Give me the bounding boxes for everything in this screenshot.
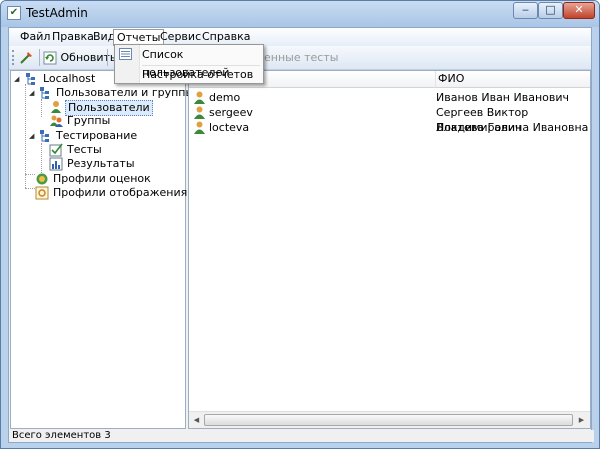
row-fio: Иванов Иван Иванович: [436, 91, 569, 104]
user-icon: [194, 106, 205, 119]
hierarchy-icon: [40, 130, 49, 142]
row-login: sergeev: [209, 106, 253, 119]
tree-label: Тесты: [67, 143, 102, 156]
maximize-button[interactable]: □: [538, 2, 563, 19]
table-row[interactable]: locteva Локтева Галина Ивановна: [189, 120, 590, 135]
group-icon: [50, 115, 63, 127]
user-icon: [51, 101, 61, 113]
bar-chart-icon: [49, 157, 63, 171]
toolbar-separator: [39, 49, 40, 66]
app-check-icon: ✔: [7, 6, 21, 20]
menu-file[interactable]: Файл: [17, 30, 53, 44]
tree-label: Профили отображения: [53, 186, 188, 199]
tree-view[interactable]: ◢ Localhost ◢ Пользователи и группы Поль…: [10, 70, 194, 429]
collapse-arrow-icon[interactable]: ◢: [29, 132, 35, 140]
app-window: ✔ TestAdmin ‒ □ ✕ Файл Правка Вид Отчеты…: [0, 0, 600, 449]
refresh-label: Обновить: [60, 51, 117, 64]
column-header-fio[interactable]: ФИО: [436, 71, 590, 88]
menu-item-user-list[interactable]: Список пользователей: [142, 46, 263, 79]
row-fio: Локтева Галина Ивановна: [436, 121, 589, 134]
tree-line: [25, 84, 26, 188]
toolbar-grip[interactable]: [12, 50, 17, 65]
horizontal-scrollbar[interactable]: ◀ ▶: [189, 411, 590, 428]
user-list[interactable]: ФИО demo Иванов Иван Иванович sergeev Се…: [188, 70, 591, 429]
menu-item-report-settings[interactable]: Настройка отчетов: [142, 66, 253, 84]
tool-button[interactable]: [19, 48, 33, 67]
title-bar[interactable]: ✔ TestAdmin ‒ □ ✕: [1, 1, 599, 27]
checklist-icon: [49, 143, 63, 157]
user-icon: [194, 91, 205, 104]
refresh-icon: [43, 51, 57, 65]
scroll-thumb[interactable]: [204, 414, 573, 426]
tree-label: Пользователи и группы: [56, 86, 195, 99]
tree-label: Результаты: [67, 157, 135, 170]
close-button[interactable]: ✕: [563, 2, 595, 19]
settings-sheet-icon: [35, 186, 49, 200]
table-row[interactable]: demo Иванов Иван Иванович: [189, 90, 590, 105]
tree-line: [41, 99, 42, 117]
tree-label: Localhost: [43, 72, 96, 85]
menu-bar: Файл Правка Вид Отчеты Сервис Справка: [9, 28, 591, 46]
user-icon: [194, 121, 205, 134]
globe-user-icon: [36, 173, 48, 185]
server-tree-icon: [26, 73, 35, 85]
report-list-icon: [119, 48, 132, 60]
tree-label: Тестирование: [56, 129, 138, 142]
tree-line: [25, 174, 35, 175]
row-login: demo: [209, 91, 241, 104]
reports-dropdown-menu: Список пользователей Настройка отчетов: [114, 44, 264, 84]
scroll-left-icon[interactable]: ◀: [190, 414, 203, 427]
minimize-button[interactable]: ‒: [513, 2, 538, 19]
refresh-button[interactable]: Обновить: [43, 48, 116, 67]
toolbar-separator: [107, 49, 108, 66]
collapse-arrow-icon[interactable]: ◢: [29, 89, 35, 97]
menu-gutter: [115, 45, 140, 83]
client-area: Файл Правка Вид Отчеты Сервис Справка Об…: [8, 27, 594, 443]
scroll-right-icon[interactable]: ▶: [575, 414, 588, 427]
tree-line: [25, 188, 35, 189]
row-login: locteva: [209, 121, 250, 134]
menu-service[interactable]: Сервис: [157, 30, 204, 44]
status-bar: Всего элементов 3: [9, 430, 594, 442]
faded-toolbar-label: енные тесты: [264, 51, 339, 64]
wand-icon: [20, 52, 32, 64]
tree-line: [41, 143, 42, 173]
hierarchy-icon: [40, 87, 49, 99]
table-row[interactable]: sergeev Сергеев Виктор Владимирович: [189, 105, 590, 134]
tree-label: Группы: [67, 114, 111, 127]
toolbar: Обновить енные тесты: [9, 46, 591, 70]
tree-label: Профили оценок: [53, 172, 151, 185]
menu-help[interactable]: Справка: [199, 30, 253, 44]
window-title: TestAdmin: [26, 6, 88, 20]
collapse-arrow-icon[interactable]: ◢: [14, 75, 20, 83]
